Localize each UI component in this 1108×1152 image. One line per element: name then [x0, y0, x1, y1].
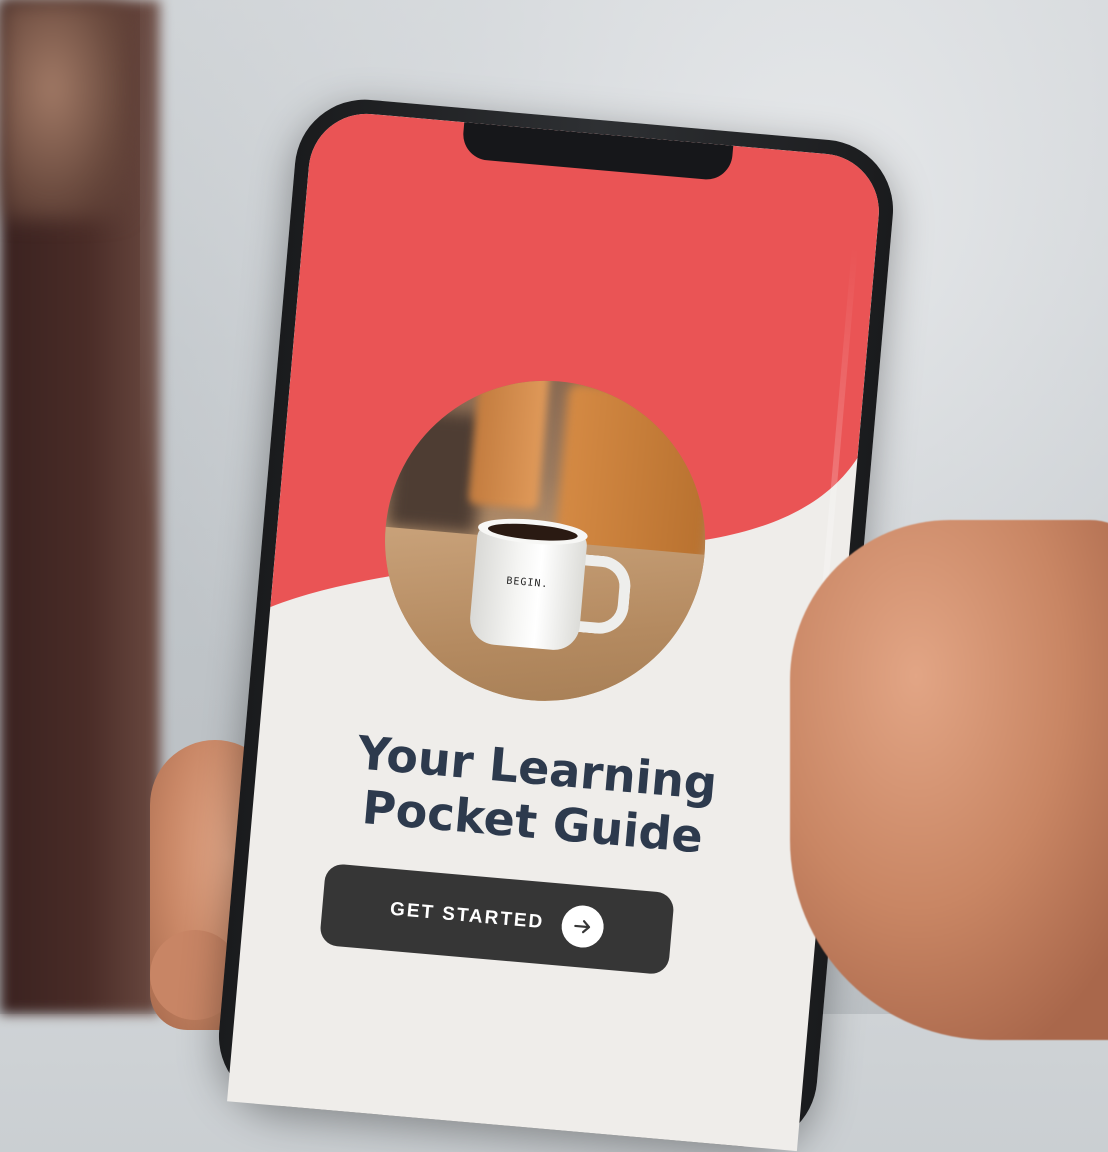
phone-screen: BEGIN. Your Learning Pocket Guide GET ST… — [227, 109, 884, 1152]
arrow-right-icon — [560, 903, 606, 950]
hero-photo-circle: BEGIN. — [371, 367, 719, 715]
get-started-button[interactable]: GET STARTED — [319, 862, 675, 976]
right-hand — [790, 520, 1108, 1040]
photo-chair-left — [468, 367, 551, 511]
background-wall-highlight — [0, 0, 130, 220]
get-started-label: GET STARTED — [389, 898, 546, 934]
phone: BEGIN. Your Learning Pocket Guide GET ST… — [213, 93, 899, 1152]
arrow-right-icon-glyph — [574, 920, 591, 934]
headline: Your Learning Pocket Guide — [301, 721, 769, 869]
